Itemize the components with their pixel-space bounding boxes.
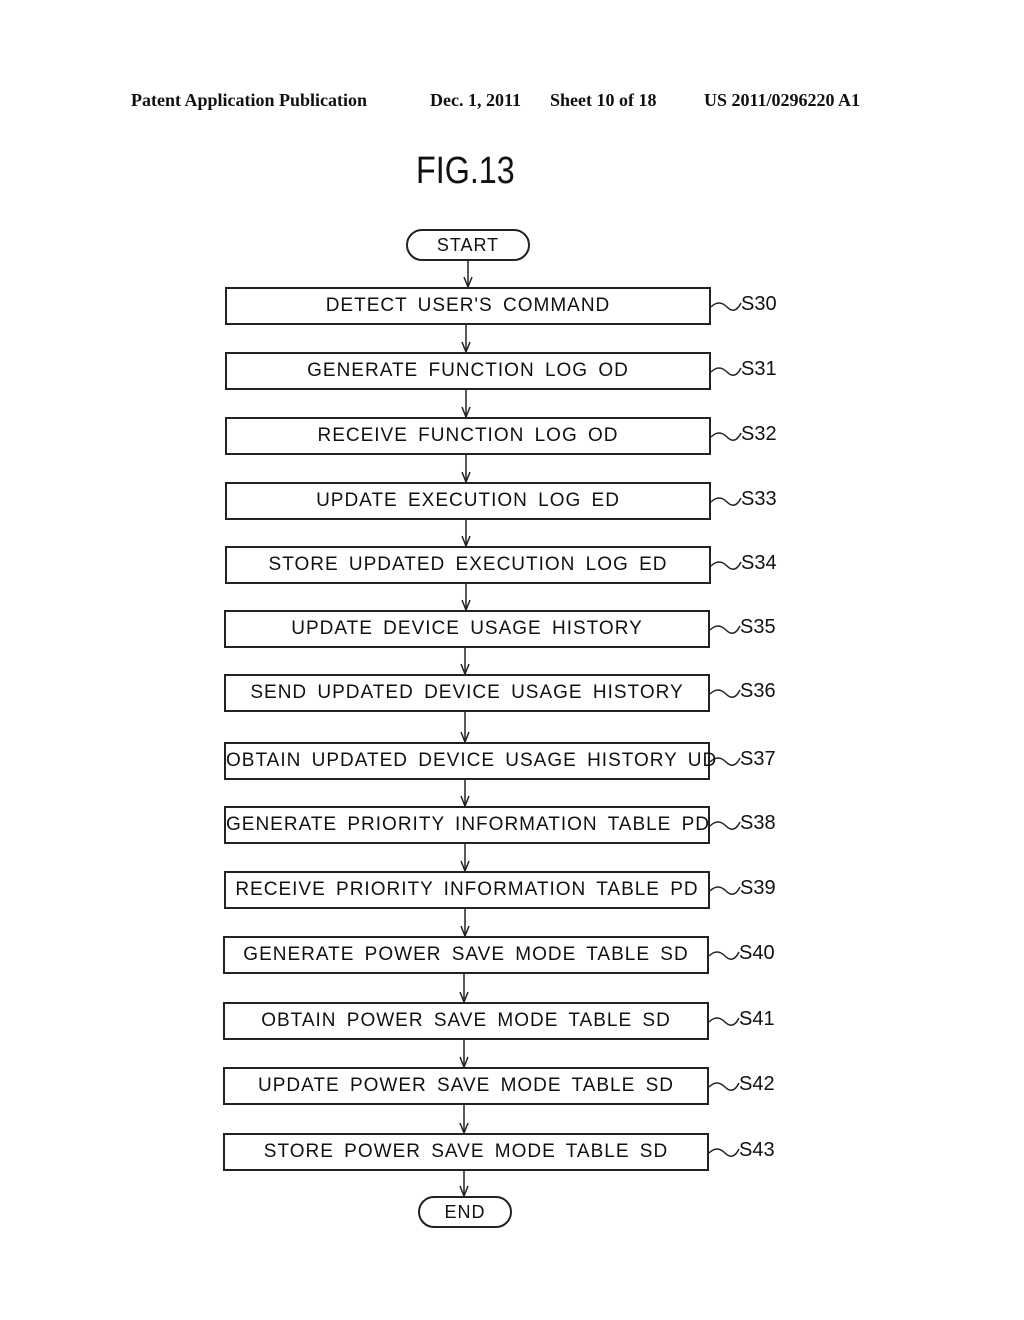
flow-arrow-head — [459, 1185, 469, 1199]
publication-date: Dec. 1, 2011 — [430, 90, 521, 110]
step-label: S43 — [739, 1139, 775, 1161]
leader-line — [710, 497, 742, 506]
step-label: S35 — [740, 616, 776, 638]
leader-line — [708, 1148, 740, 1157]
flow-arrow-head — [460, 795, 470, 809]
step-label: S42 — [739, 1073, 775, 1095]
leader-line — [709, 886, 741, 895]
process-step-box: STORE UPDATED EXECUTION LOG ED — [225, 546, 711, 584]
process-step-box: RECEIVE FUNCTION LOG OD — [225, 417, 711, 455]
publication-label: Patent Application Publication — [131, 90, 368, 110]
step-label: S38 — [740, 812, 776, 834]
start-terminal: START — [406, 229, 530, 261]
flow-arrow-head — [461, 471, 471, 485]
step-label: S33 — [741, 488, 777, 510]
process-step-box: GENERATE PRIORITY INFORMATION TABLE PD — [224, 806, 710, 844]
process-step-box: UPDATE EXECUTION LOG ED — [225, 482, 711, 520]
flow-arrow-head — [461, 535, 471, 549]
process-step-box: RECEIVE PRIORITY INFORMATION TABLE PD — [224, 871, 710, 909]
process-step-box: DETECT USER'S COMMAND — [225, 287, 711, 325]
process-step-box: OBTAIN POWER SAVE MODE TABLE SD — [223, 1002, 709, 1040]
flow-arrow-head — [459, 1122, 469, 1136]
flow-arrow-head — [461, 406, 471, 420]
flow-arrow-head — [460, 663, 470, 677]
step-label: S31 — [741, 358, 777, 380]
flow-arrow-head — [463, 276, 473, 290]
process-step-box: UPDATE DEVICE USAGE HISTORY — [224, 610, 710, 648]
leader-line — [710, 367, 742, 376]
process-step-box: STORE POWER SAVE MODE TABLE SD — [223, 1133, 709, 1171]
step-label: S40 — [739, 942, 775, 964]
figure-title: FIG.13 — [416, 150, 515, 192]
flow-arrow-head — [459, 991, 469, 1005]
sheet-number: Sheet 10 of 18 — [550, 90, 657, 110]
step-label: S32 — [741, 423, 777, 445]
process-step-box: UPDATE POWER SAVE MODE TABLE SD — [223, 1067, 709, 1105]
leader-line — [708, 1017, 740, 1026]
connector-arrows — [459, 261, 742, 1199]
leader-line — [710, 432, 742, 441]
flow-arrow-head — [461, 599, 471, 613]
leader-line — [709, 625, 741, 634]
step-label: S37 — [740, 748, 776, 770]
flow-arrow-head — [459, 1056, 469, 1070]
leader-line — [709, 689, 741, 698]
leader-line — [708, 1082, 740, 1091]
step-label: S36 — [740, 680, 776, 702]
flow-arrow-head — [460, 925, 470, 939]
process-step-box: OBTAIN UPDATED DEVICE USAGE HISTORY UD — [224, 742, 716, 780]
process-step-box: GENERATE FUNCTION LOG OD — [225, 352, 711, 390]
leader-line — [708, 951, 740, 960]
process-step-box: GENERATE POWER SAVE MODE TABLE SD — [223, 936, 709, 974]
end-terminal: END — [418, 1196, 512, 1228]
step-label: S34 — [741, 552, 777, 574]
step-label: S39 — [740, 877, 776, 899]
leader-line — [710, 561, 742, 570]
flow-arrow-head — [461, 341, 471, 355]
leader-line — [709, 821, 741, 830]
leader-line — [710, 302, 742, 311]
step-label: S41 — [739, 1008, 775, 1030]
patent-number: US 2011/0296220 A1 — [704, 90, 861, 110]
flow-arrow-head — [460, 860, 470, 874]
process-step-box: SEND UPDATED DEVICE USAGE HISTORY — [224, 674, 710, 712]
step-label: S30 — [741, 293, 777, 315]
flow-arrow-head — [460, 731, 470, 745]
